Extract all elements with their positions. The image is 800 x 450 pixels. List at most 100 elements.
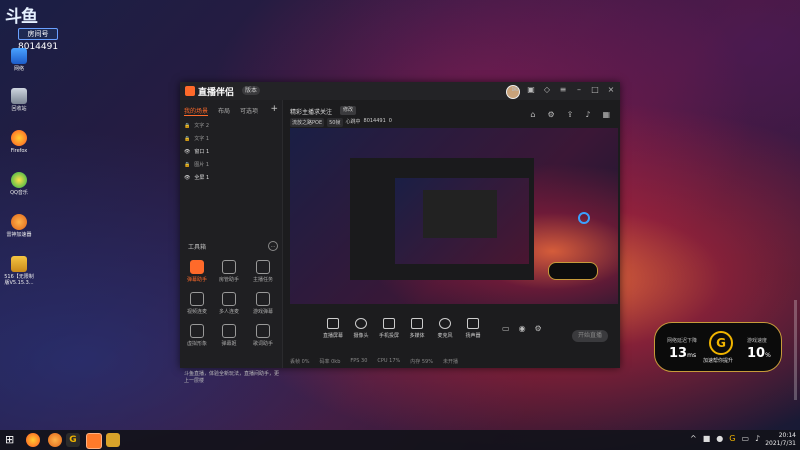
minimize-icon[interactable]: – [574, 85, 584, 95]
tab-my-scenes[interactable]: 我的场景 [184, 106, 209, 116]
lock-icon: 🔒 [184, 122, 191, 129]
viewer-count: 0 [388, 118, 392, 124]
message-icon[interactable]: ✉ [510, 85, 520, 95]
status-item: FPS 30 [350, 358, 368, 364]
tool-lyrics[interactable]: 歌词助手 [248, 324, 278, 347]
record-controls: ▭ ◉ ⚙ [502, 324, 542, 333]
desktop-icon-archive[interactable]: 516【无限制版V5.15.3... [2, 256, 36, 286]
tool-streamer-task[interactable]: 主播任务 [248, 260, 278, 283]
source-label: 直播屏幕 [322, 333, 343, 339]
monitor-icon [327, 318, 339, 329]
desktop-icon-recycle[interactable]: 回收站 [2, 88, 36, 112]
eye-icon[interactable]: ◉ [519, 324, 526, 333]
tray-app-icon[interactable]: ● [716, 434, 723, 443]
tool-virtual-avatar[interactable]: 虚拟形象 [182, 324, 212, 347]
tool-danmu-ji[interactable]: 弹幕姬 [214, 324, 244, 347]
tool-label: 房管助手 [218, 277, 239, 283]
desktop-icon-label: QQ音乐 [10, 190, 28, 196]
leishen-icon[interactable] [48, 433, 62, 447]
source-label: 手机投屏 [378, 333, 399, 339]
speed-number: 10 [747, 346, 766, 361]
layer-label: 文字 1 [194, 136, 210, 142]
nested-window-preview [350, 158, 534, 280]
file-explorer-icon[interactable] [106, 433, 120, 447]
maximize-icon[interactable]: □ [590, 85, 600, 95]
cursor-icon [578, 212, 590, 224]
live-companion-taskbar-icon[interactable] [86, 433, 102, 449]
screen-capture-button[interactable]: 直播屏幕 [320, 318, 346, 339]
gift-icon[interactable]: ▣ [526, 85, 536, 95]
speaker-button[interactable]: 扬声器 [460, 318, 486, 339]
settings-icon[interactable]: ⚙ [547, 110, 554, 119]
gear-icon[interactable]: ⚙ [535, 324, 542, 333]
desktop-scrollbar[interactable] [794, 300, 797, 400]
desktop-icon-qqmusic[interactable]: QQ音乐 [2, 172, 36, 196]
tool-label: 游戏弹幕 [252, 309, 273, 315]
clock-date: 2021/7/31 [765, 440, 796, 447]
tab-options[interactable]: 可选项 [240, 106, 258, 116]
quality-tag[interactable]: 50帧 [327, 118, 343, 127]
tray-accelerator-icon[interactable]: G [729, 434, 735, 443]
menu-icon[interactable]: ≡ [558, 85, 568, 95]
bell-icon[interactable]: ♪ [585, 110, 590, 119]
tray-app-icon[interactable]: ■ [703, 434, 711, 443]
stream-preview[interactable] [290, 128, 618, 304]
desktop-icon-label: Firefox [10, 148, 28, 154]
camera-button[interactable]: 摄像头 [348, 318, 374, 339]
tool-multi-link[interactable]: 多人连麦 [214, 292, 244, 315]
start-live-button[interactable]: 开始直播 [572, 330, 608, 342]
latency-value: 13ms [669, 346, 696, 361]
tool-room-manager[interactable]: 房管助手 [214, 260, 244, 283]
microphone-button[interactable]: 麦克风 [432, 318, 458, 339]
status-item: 内存 59% [410, 359, 433, 365]
shirt-icon[interactable]: ◇ [542, 85, 552, 95]
lock-icon[interactable]: ⌂ [530, 110, 535, 119]
speed-label: 游戏速度 [747, 338, 768, 344]
desktop-icon-firefox[interactable]: Firefox [2, 130, 36, 154]
eye-icon: 👁 [184, 148, 191, 155]
room-title: 精彩主播求关注 [290, 109, 333, 116]
layer-item[interactable]: 🔒 图片 1 [184, 161, 209, 169]
phone-cast-button[interactable]: 手机投屏 [376, 318, 402, 339]
layer-item[interactable]: 🔒 文字 2 [184, 122, 210, 130]
qq-music-icon [11, 172, 27, 188]
layer-item[interactable]: 👁 全屏 1 [184, 174, 209, 182]
status-item: 未开播 [442, 359, 458, 365]
taskbar: ⊞ G ^ ■ ● G ▭ ♪ 20:14 2021/7/31 [0, 430, 800, 450]
version-badge[interactable]: 版本 [242, 86, 261, 95]
tool-video-link[interactable]: 视频连麦 [182, 292, 212, 315]
chevron-up-icon[interactable]: ^ [690, 434, 697, 443]
source-label: 麦克风 [437, 333, 453, 339]
desktop-icon-leishen[interactable]: 雷神加速器 [2, 214, 36, 238]
announcement-marquee: 斗鱼直播，体验全新玩法，直播间助手，更上一层楼 [184, 371, 280, 384]
tool-danmu-assistant[interactable]: 弹幕助手 [182, 260, 212, 283]
network-icon [11, 48, 27, 64]
volume-icon[interactable]: ♪ [755, 434, 760, 443]
close-icon[interactable]: × [606, 85, 616, 95]
layer-label: 窗口 1 [194, 149, 210, 155]
more-icon[interactable]: … [268, 241, 278, 251]
share-icon[interactable]: ⇪ [567, 110, 574, 119]
network-icon[interactable]: ▭ [741, 434, 749, 443]
tool-label: 歌词助手 [252, 341, 273, 347]
layout-icon[interactable]: ▦ [602, 110, 610, 119]
record-icon[interactable]: ▭ [502, 324, 510, 333]
add-source-button[interactable]: + [270, 104, 278, 114]
tab-layout[interactable]: 布局 [218, 106, 230, 116]
layer-label: 文字 2 [194, 123, 210, 129]
source-label: 多媒体 [409, 333, 425, 339]
clock[interactable]: 20:14 2021/7/31 [765, 432, 796, 448]
firefox-icon[interactable] [26, 433, 40, 447]
edit-title-button[interactable]: 修改 [340, 106, 357, 115]
accelerator-widget[interactable]: 网络延迟下降 13ms G 加速帮你提升 游戏速度 10% [654, 322, 782, 372]
lock-icon: 🔒 [184, 135, 191, 142]
layer-item[interactable]: 🔒 文字 1 [184, 135, 210, 143]
windows-start-icon[interactable]: ⊞ [5, 433, 19, 447]
tool-game-danmu[interactable]: 游戏弹幕 [248, 292, 278, 315]
media-button[interactable]: 多媒体 [404, 318, 430, 339]
layer-item[interactable]: 👁 窗口 1 [184, 148, 210, 156]
category-tag[interactable]: 流放之路POE [290, 118, 325, 127]
game-icon [256, 292, 270, 306]
desktop-icon-network[interactable]: 网络 [2, 48, 36, 72]
accelerator-icon[interactable]: G [66, 433, 80, 447]
